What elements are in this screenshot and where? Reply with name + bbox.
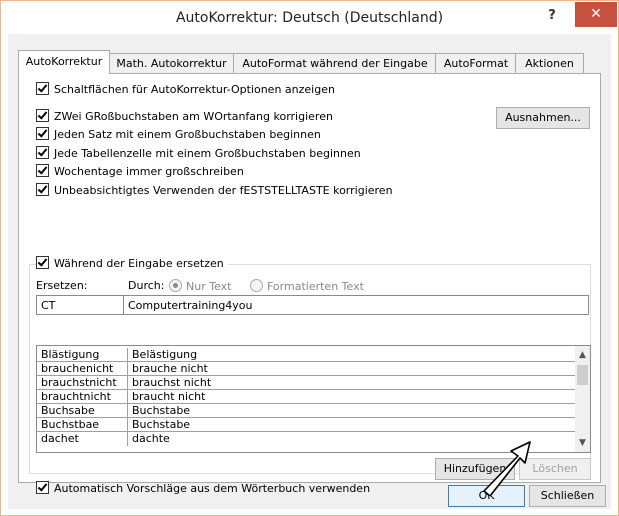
plain-text-radio[interactable]: Nur Text — [169, 279, 231, 293]
autocorrect-dialog: AutoKorrektur: Deutsch (Deutschland) ? ✕… — [0, 0, 619, 516]
checkbox-checked-icon — [36, 183, 49, 196]
checkbox-checked-icon — [36, 82, 49, 95]
exceptions-button[interactable]: Ausnahmen... — [496, 107, 590, 129]
show-buttons-checkbox[interactable]: Schaltflächen für AutoKorrektur-Optionen… — [36, 82, 335, 98]
chevron-up-icon[interactable]: ▲ — [575, 348, 590, 362]
replace-while-typing-checkbox[interactable]: Während der Eingabe ersetzen — [36, 256, 228, 272]
checkbox-checked-icon — [36, 164, 49, 177]
list-scrollbar[interactable]: ▲ ▼ — [575, 346, 590, 452]
chevron-down-icon[interactable]: ▼ — [575, 436, 590, 450]
title-bar: AutoKorrektur: Deutsch (Deutschland) ? ✕ — [1, 1, 618, 34]
radio-selected-icon — [169, 279, 182, 292]
sentence-cap-checkbox[interactable]: Jeden Satz mit einem Großbuchstaben begi… — [36, 127, 321, 143]
help-button[interactable]: ? — [537, 5, 567, 27]
checkbox-checked-icon — [36, 256, 49, 269]
checkbox-checked-icon — [36, 146, 49, 159]
formatted-text-label: Formatierten Text — [267, 280, 364, 293]
close-window-button[interactable]: ✕ — [575, 2, 617, 27]
autocorrect-panel: Schaltflächen für AutoKorrektur-Optionen… — [18, 73, 601, 495]
tab-autokorrektur[interactable]: AutoKorrektur — [18, 50, 110, 74]
weekdays-checkbox[interactable]: Wochentage immer großschreiben — [36, 164, 244, 180]
list-item[interactable]: brauchenicht brauche nicht — [37, 362, 575, 376]
tab-autoformat[interactable]: AutoFormat — [435, 53, 517, 73]
formatted-text-radio[interactable]: Formatierten Text — [250, 279, 364, 293]
list-item[interactable]: brauchstnicht brauchst nicht — [37, 376, 575, 390]
dictionary-suggestions-label: Automatisch Vorschläge aus dem Wörterbuc… — [54, 482, 371, 495]
list-item[interactable]: Blästigung Belästigung — [37, 348, 575, 362]
close-button[interactable]: Schließen — [529, 485, 606, 507]
tab-aktionen[interactable]: Aktionen — [515, 53, 584, 73]
with-input[interactable]: Computertraining4you — [123, 295, 589, 315]
replace-input[interactable]: CT — [36, 295, 125, 315]
replace-while-typing-label: Während der Eingabe ersetzen — [54, 257, 224, 270]
weekdays-label: Wochentage immer großschreiben — [54, 165, 244, 178]
capslock-label: Unbeabsichtigtes Verwenden der fESTSTELL… — [54, 184, 393, 197]
checkbox-checked-icon — [36, 127, 49, 140]
list-item[interactable]: Buchstbae Buchstabe — [37, 418, 575, 432]
dialog-body: AutoKorrektur Math. Autokorrektur AutoFo… — [8, 34, 611, 509]
checkbox-checked-icon — [36, 109, 49, 122]
scrollbar-thumb[interactable] — [577, 365, 588, 385]
radio-unselected-icon — [250, 279, 263, 292]
sentence-cap-label: Jeden Satz mit einem Großbuchstaben begi… — [54, 128, 321, 141]
replace-label: Ersetzen: — [36, 279, 88, 292]
with-label: Durch: — [128, 279, 165, 292]
dialog-title: AutoKorrektur: Deutsch (Deutschland) — [175, 10, 444, 26]
plain-text-label: Nur Text — [186, 280, 232, 293]
show-buttons-label: Schaltflächen für AutoKorrektur-Optionen… — [54, 83, 335, 96]
checkbox-checked-icon — [36, 481, 49, 494]
tab-math-autokorrektur[interactable]: Math. Autokorrektur — [108, 53, 235, 73]
pointer-arrow-icon — [483, 441, 531, 496]
table-cell-cap-checkbox[interactable]: Jede Tabellenzelle mit einem Großbuchsta… — [36, 146, 361, 162]
capslock-checkbox[interactable]: Unbeabsichtigtes Verwenden der fESTSTELL… — [36, 183, 393, 199]
tab-autoformat-eingabe[interactable]: AutoFormat während der Eingabe — [233, 53, 437, 73]
list-item[interactable]: brauchtnicht braucht nicht — [37, 390, 575, 404]
two-caps-label: ZWei GRoßbuchstaben am WOrtanfang korrig… — [54, 110, 333, 123]
two-caps-checkbox[interactable]: ZWei GRoßbuchstaben am WOrtanfang korrig… — [36, 109, 333, 125]
list-item[interactable]: Buchsabe Buchstabe — [37, 404, 575, 418]
table-cell-cap-label: Jede Tabellenzelle mit einem Großbuchsta… — [54, 147, 361, 160]
dictionary-suggestions-checkbox[interactable]: Automatisch Vorschläge aus dem Wörterbuc… — [36, 481, 370, 497]
